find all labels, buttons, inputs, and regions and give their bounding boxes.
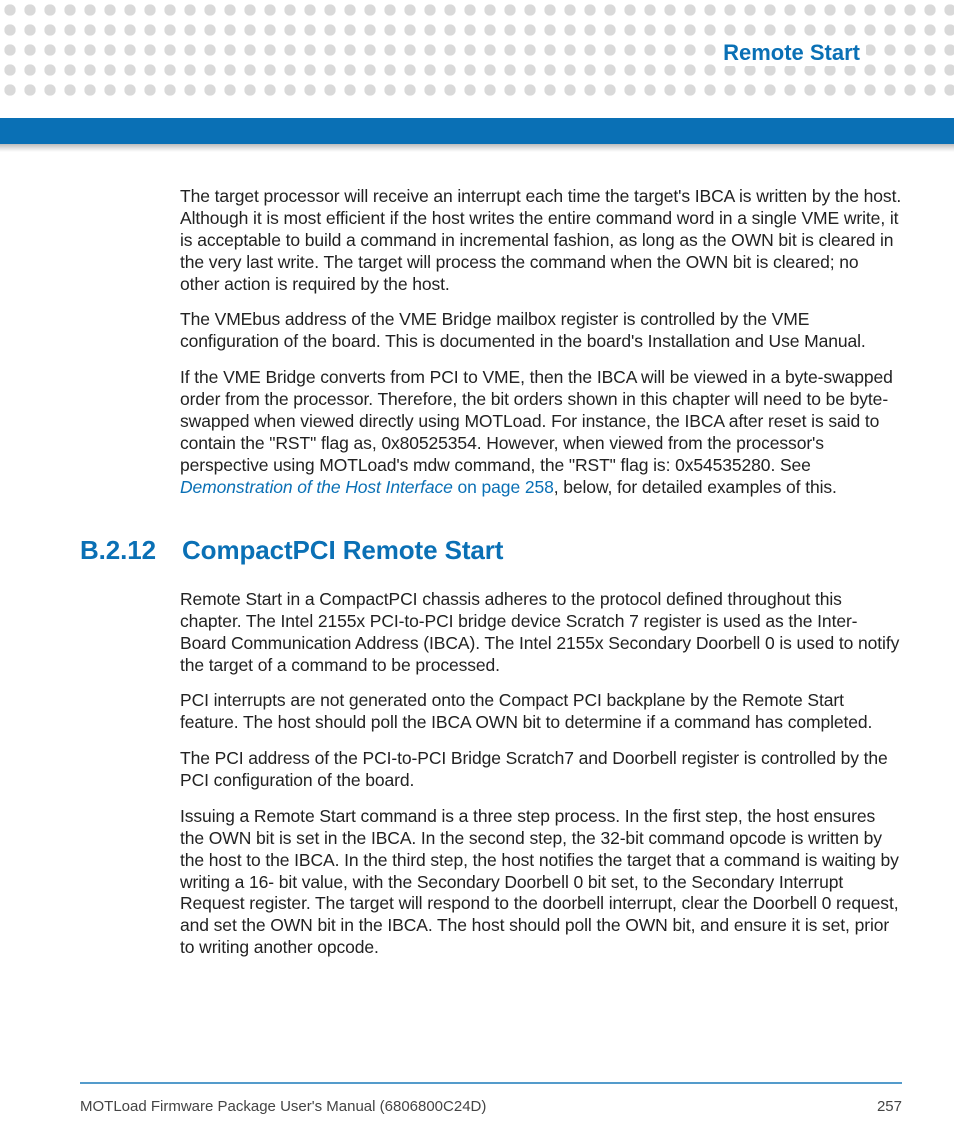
section-heading: B.2.12 CompactPCI Remote Start [80, 534, 902, 567]
page-footer: MOTLoad Firmware Package User's Manual (… [80, 1082, 902, 1115]
paragraph-text: If the VME Bridge converts from PCI to V… [180, 367, 893, 475]
chapter-title: Remote Start [717, 40, 866, 66]
footer-manual-title: MOTLoad Firmware Package User's Manual (… [80, 1098, 486, 1115]
section-title: CompactPCI Remote Start [182, 534, 503, 567]
paragraph: If the VME Bridge converts from PCI to V… [180, 367, 902, 498]
paragraph-text: , below, for detailed examples of this. [554, 477, 837, 497]
header-shadow [0, 144, 954, 152]
paragraph: Remote Start in a CompactPCI chassis adh… [180, 589, 902, 677]
cross-reference-link[interactable]: Demonstration of the Host Interface on p… [180, 477, 554, 497]
header-bar [0, 118, 954, 144]
paragraph: Issuing a Remote Start command is a thre… [180, 806, 902, 959]
paragraph: The PCI address of the PCI-to-PCI Bridge… [180, 748, 902, 792]
paragraph: PCI interrupts are not generated onto th… [180, 690, 902, 734]
page-content: The target processor will receive an int… [80, 186, 902, 973]
footer-rule [80, 1082, 902, 1084]
section-number: B.2.12 [80, 534, 158, 567]
paragraph: The VMEbus address of the VME Bridge mai… [180, 309, 902, 353]
paragraph: The target processor will receive an int… [180, 186, 902, 295]
footer-page-number: 257 [877, 1098, 902, 1115]
